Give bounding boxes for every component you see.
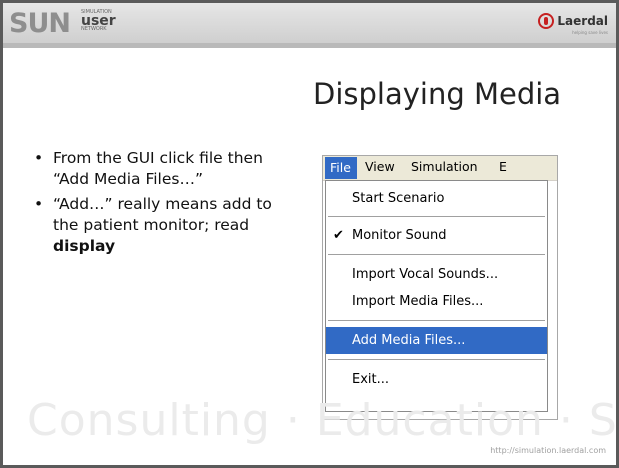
- footer-watermark: Consulting · Education · Support: [27, 395, 618, 446]
- slide-title: Displaying Media: [313, 77, 562, 111]
- menu-item-add-media-files[interactable]: Add Media Files...: [326, 327, 547, 354]
- checkmark-icon: ✔: [333, 228, 344, 243]
- laerdal-logo: Laerdal helping save lives: [538, 13, 608, 35]
- slide: SUN SIMULATION user NETWORK Laerdal help…: [0, 0, 619, 468]
- menu-item-import-vocal-sounds[interactable]: Import Vocal Sounds...: [326, 261, 547, 288]
- sun-logo-text: SUN: [9, 8, 71, 39]
- header-divider: [3, 43, 616, 48]
- laerdal-tagline: helping save lives: [572, 30, 608, 35]
- menu-separator: [328, 216, 545, 217]
- menu-item-label: Start Scenario: [352, 191, 445, 206]
- menu-item-monitor-sound[interactable]: ✔ Monitor Sound: [326, 222, 547, 249]
- laerdal-brand-text: Laerdal: [557, 14, 608, 28]
- header-bar: SUN SIMULATION user NETWORK Laerdal help…: [3, 3, 616, 43]
- menu-screenshot: File View Simulation E Start Scenario ✔ M…: [322, 155, 558, 420]
- file-dropdown-menu: Start Scenario ✔ Monitor Sound Import Voc…: [325, 180, 548, 412]
- menu-file[interactable]: File: [325, 157, 357, 179]
- user-network-logo: SIMULATION user NETWORK: [81, 10, 129, 32]
- menu-item-start-scenario[interactable]: Start Scenario: [326, 185, 547, 212]
- bullet-bold-text: display: [53, 237, 116, 255]
- footer-url: http://simulation.laerdal.com: [490, 446, 606, 455]
- menu-bar: File View Simulation E: [323, 156, 557, 181]
- menu-separator: [328, 320, 545, 321]
- bullet-item: “Add…” really means add to the patient m…: [29, 194, 299, 257]
- logo-network-text: NETWORK: [81, 26, 107, 32]
- menu-item-exit[interactable]: Exit...: [326, 366, 547, 393]
- sun-logo: SUN: [9, 8, 71, 39]
- laerdal-emblem-icon: [538, 13, 555, 29]
- bullet-item: From the GUI click file then “Add Media …: [29, 148, 299, 190]
- menu-item-label: Exit...: [352, 372, 390, 387]
- menu-item-label: Monitor Sound: [352, 228, 447, 243]
- menu-item-label: Import Media Files...: [352, 294, 484, 309]
- menu-edit-partial[interactable]: E: [499, 159, 507, 174]
- menu-separator: [328, 254, 545, 255]
- menu-separator: [328, 359, 545, 360]
- menu-item-import-media-files[interactable]: Import Media Files...: [326, 288, 547, 315]
- bullet-list: From the GUI click file then “Add Media …: [29, 148, 299, 261]
- bullet-text: From the GUI click file then “Add Media …: [53, 149, 263, 188]
- menu-view[interactable]: View: [365, 159, 395, 174]
- menu-item-label: Add Media Files...: [352, 333, 466, 348]
- menu-item-label: Import Vocal Sounds...: [352, 267, 499, 282]
- menu-simulation[interactable]: Simulation: [411, 159, 478, 174]
- bullet-text: “Add…” really means add to the patient m…: [53, 195, 272, 234]
